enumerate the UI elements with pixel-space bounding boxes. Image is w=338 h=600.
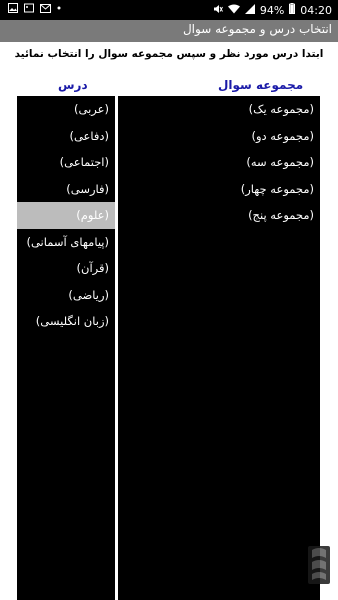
set-item[interactable]: (مجموعه سه) bbox=[118, 149, 320, 176]
set-item[interactable]: (مجموعه چهار) bbox=[118, 176, 320, 203]
set-item[interactable]: (مجموعه پنج) bbox=[118, 202, 320, 229]
lesson-item[interactable]: (ریاضی) bbox=[17, 282, 115, 309]
signal-icon bbox=[244, 3, 255, 17]
battery-percent: 94% bbox=[259, 3, 285, 17]
title-bar: انتخاب درس و مجموعه سوال bbox=[0, 20, 338, 42]
gallery-icon bbox=[8, 3, 18, 16]
set-item[interactable]: (مجموعه دو) bbox=[118, 123, 320, 150]
mute-icon bbox=[213, 4, 223, 17]
lesson-item[interactable]: (قرآن) bbox=[17, 255, 115, 282]
set-item[interactable]: (مجموعه یک) bbox=[118, 96, 320, 123]
mail-icon bbox=[40, 3, 51, 16]
lessons-header: درس bbox=[58, 78, 88, 92]
status-bar: 94% 04:20 bbox=[0, 0, 338, 20]
lesson-item[interactable]: (پیامهای آسمانی) bbox=[17, 229, 115, 256]
lesson-item[interactable]: (اجتماعی) bbox=[17, 149, 115, 176]
page-title: انتخاب درس و مجموعه سوال bbox=[182, 22, 332, 36]
wifi-icon bbox=[227, 4, 240, 17]
dots-icon bbox=[57, 3, 61, 16]
lesson-item[interactable]: (دفاعی) bbox=[17, 123, 115, 150]
lesson-item[interactable]: (زبان انگلیسی) bbox=[17, 308, 115, 335]
instruction-text: ابتدا درس مورد نظر و سپس مجموعه سوال را … bbox=[14, 48, 324, 60]
picture-icon bbox=[24, 3, 34, 16]
lessons-list[interactable]: (عربی) (دفاعی) (اجتماعی) (فارسی) (علوم) … bbox=[17, 96, 115, 600]
clock: 04:20 bbox=[300, 3, 332, 17]
lesson-item[interactable]: (فارسی) bbox=[17, 176, 115, 203]
sets-header: مجموعه سوال bbox=[218, 78, 304, 92]
sets-list[interactable]: (مجموعه یک) (مجموعه دو) (مجموعه سه) (مجم… bbox=[118, 96, 320, 600]
lesson-item[interactable]: (عربی) bbox=[17, 96, 115, 123]
watermark-logo bbox=[308, 546, 330, 584]
battery-icon bbox=[289, 3, 296, 17]
lesson-item-selected[interactable]: (علوم) bbox=[17, 202, 115, 229]
